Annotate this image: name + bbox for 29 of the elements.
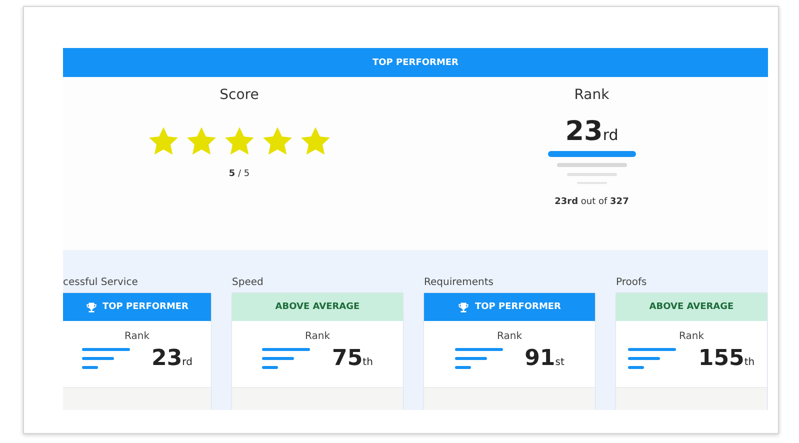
rank-number: 91st xyxy=(524,346,564,371)
rank-lines-icon xyxy=(262,348,310,370)
rank-lines-icon xyxy=(82,348,130,370)
trophy-icon xyxy=(86,302,97,312)
category-name: Speed xyxy=(232,277,264,290)
trophy-icon xyxy=(458,302,470,312)
rank-caption: 23rd out of 327 xyxy=(554,196,629,207)
status-badge: ABOVE AVERAGE xyxy=(232,293,403,321)
rank-lines-icon xyxy=(628,348,676,370)
score-text: 5 / 5 xyxy=(228,169,250,179)
status-badge: TOP PERFORMER xyxy=(424,293,595,321)
status-badge: ABOVE AVERAGE xyxy=(616,293,767,321)
category-name: Proofs xyxy=(616,277,648,290)
rank-title: Rank xyxy=(574,87,610,103)
rank-bars-icon xyxy=(546,150,637,187)
rank-label: Rank xyxy=(497,331,522,342)
rank-lines-icon xyxy=(454,348,503,370)
category-name: Requirements xyxy=(424,277,495,290)
rank-label: Rank xyxy=(124,331,150,342)
rank-number: 155th xyxy=(698,346,755,371)
score-title: Score xyxy=(220,87,259,103)
status-badge: TOP PERFORMER xyxy=(63,293,211,321)
rank-number: 23rd xyxy=(565,117,618,147)
performance-banner: TOP PERFORMER xyxy=(63,48,768,77)
category-name: cessful Service xyxy=(63,277,139,290)
rank-number: 75th xyxy=(332,346,373,371)
rank-label: Rank xyxy=(679,331,704,342)
rank-number: 23 rd xyxy=(152,346,192,371)
rank-label: Rank xyxy=(305,331,330,342)
